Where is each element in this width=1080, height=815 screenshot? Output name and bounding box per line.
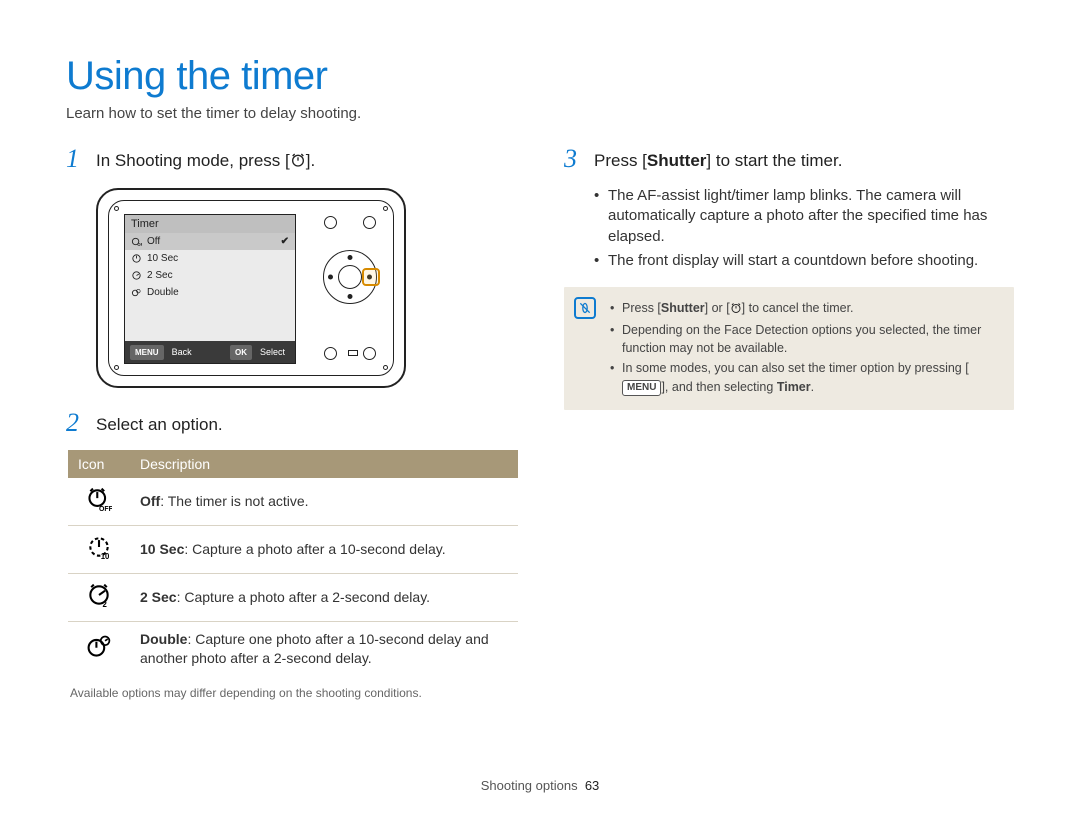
option-10sec-label: 10 Sec	[140, 541, 184, 557]
option-double-desc: : Capture one photo after a 10-second de…	[140, 631, 489, 666]
menu-select-button-label: OK	[230, 345, 252, 360]
step-1: 1 In Shooting mode, press [].	[66, 146, 516, 174]
options-table: Icon Description OFF Off: The timer is n…	[68, 450, 518, 675]
footer-page-number: 63	[585, 778, 599, 793]
step-2-text: Select an option.	[96, 410, 223, 436]
menu-item-off: OFF Off ✔	[125, 233, 295, 250]
timer-10-icon	[131, 253, 142, 264]
menu-item-label: Off	[147, 236, 160, 247]
step-1-post: ].	[306, 151, 315, 170]
option-double-label: Double	[140, 631, 187, 647]
step-number: 2	[66, 410, 86, 436]
menu-item-2sec: 2 Sec	[125, 267, 295, 284]
camera-screen: Timer OFF Off ✔ 10 Sec	[124, 214, 296, 364]
step-1-pre: In Shooting mode, press [	[96, 151, 290, 170]
bullet-item: The front display will start a countdown…	[594, 251, 1014, 271]
menu-select-label: Select	[255, 344, 290, 360]
timer-icon	[730, 301, 742, 319]
left-column: 1 In Shooting mode, press []. Timer OFF	[66, 146, 516, 700]
timer-off-icon: OFF	[131, 236, 142, 247]
camera-dpad	[323, 250, 377, 304]
menu-item-label: 2 Sec	[147, 270, 173, 281]
step-3-bullets: The AF-assist light/timer lamp blinks. T…	[594, 186, 1014, 271]
option-2sec-label: 2 Sec	[140, 589, 177, 605]
step-3-shutter: Shutter	[647, 151, 707, 170]
table-row: Double: Capture one photo after a 10-sec…	[68, 621, 518, 675]
svg-text:2: 2	[102, 600, 107, 608]
svg-text:OFF: OFF	[99, 506, 112, 512]
camera-button-panel	[320, 214, 380, 362]
col-desc-header: Description	[130, 450, 518, 478]
table-row: OFF Off: The timer is not active.	[68, 478, 518, 525]
svg-text:10: 10	[101, 552, 110, 560]
info-note-box: Press [Shutter] or [ ] to cancel the time…	[564, 287, 1014, 410]
step-1-text: In Shooting mode, press [].	[96, 146, 315, 174]
col-icon-header: Icon	[68, 450, 130, 478]
option-10sec-desc: : Capture a photo after a 10-second dela…	[184, 541, 445, 557]
camera-menu-footer: MENUBack OKSelect	[125, 341, 295, 363]
note-text: ] to cancel the timer.	[742, 301, 854, 315]
option-off-label: Off	[140, 493, 160, 509]
note-item: In some modes, you can also set the time…	[610, 359, 1000, 396]
table-row: 2 2 Sec: Capture a photo after a 2-secon…	[68, 573, 518, 621]
table-footnote: Available options may differ depending o…	[70, 686, 516, 700]
camera-menu-title: Timer	[125, 215, 295, 233]
menu-item-10sec: 10 Sec	[125, 250, 295, 267]
note-text: ], and then selecting	[661, 380, 776, 394]
menu-item-double: Double	[125, 284, 295, 301]
camera-illustration: Timer OFF Off ✔ 10 Sec	[96, 188, 516, 388]
note-text: .	[811, 380, 814, 394]
step-number: 3	[564, 146, 584, 172]
timer-double-icon	[131, 287, 142, 298]
right-column: 3 Press [Shutter] to start the timer. Th…	[564, 146, 1014, 700]
note-text: In some modes, you can also set the time…	[622, 361, 969, 375]
note-text: ] or [	[705, 301, 730, 315]
page-title: Using the timer	[66, 54, 1014, 99]
timer-2-icon	[131, 270, 142, 281]
note-item: Press [Shutter] or [ ] to cancel the time…	[610, 299, 1000, 319]
timer-icon	[290, 152, 306, 174]
option-2sec-desc: : Capture a photo after a 2-second delay…	[177, 589, 430, 605]
note-shutter: Shutter	[661, 301, 705, 315]
info-icon	[574, 297, 596, 319]
step-number: 1	[66, 146, 86, 172]
bullet-item: The AF-assist light/timer lamp blinks. T…	[594, 186, 1014, 247]
note-timer-word: Timer	[777, 380, 811, 394]
page-subtitle: Learn how to set the timer to delay shoo…	[66, 105, 1014, 122]
note-item: Depending on the Face Detection options …	[610, 321, 1000, 357]
timer-10-icon: 10	[68, 526, 130, 574]
table-row: 10 10 Sec: Capture a photo after a 10-se…	[68, 526, 518, 574]
timer-off-icon: OFF	[68, 478, 130, 525]
step-3-text: Press [Shutter] to start the timer.	[594, 146, 842, 172]
timer-2-icon: 2	[68, 573, 130, 621]
step-2: 2 Select an option.	[66, 410, 516, 436]
step-3-pre: Press [	[594, 151, 647, 170]
option-off-desc: : The timer is not active.	[160, 493, 308, 509]
timer-double-icon	[68, 621, 130, 675]
menu-back-label: Back	[167, 344, 197, 360]
step-3: 3 Press [Shutter] to start the timer.	[564, 146, 1014, 172]
note-text: Press [	[622, 301, 661, 315]
svg-text:OFF: OFF	[137, 242, 142, 247]
menu-item-label: 10 Sec	[147, 253, 178, 264]
footer-section: Shooting options	[481, 778, 578, 793]
menu-item-label: Double	[147, 287, 179, 298]
menu-back-button-label: MENU	[130, 345, 164, 360]
check-icon: ✔	[281, 236, 289, 247]
step-3-post: ] to start the timer.	[706, 151, 842, 170]
menu-button-icon: MENU	[622, 380, 661, 397]
page-footer: Shooting options 63	[0, 778, 1080, 793]
dpad-right-highlight	[362, 268, 380, 286]
